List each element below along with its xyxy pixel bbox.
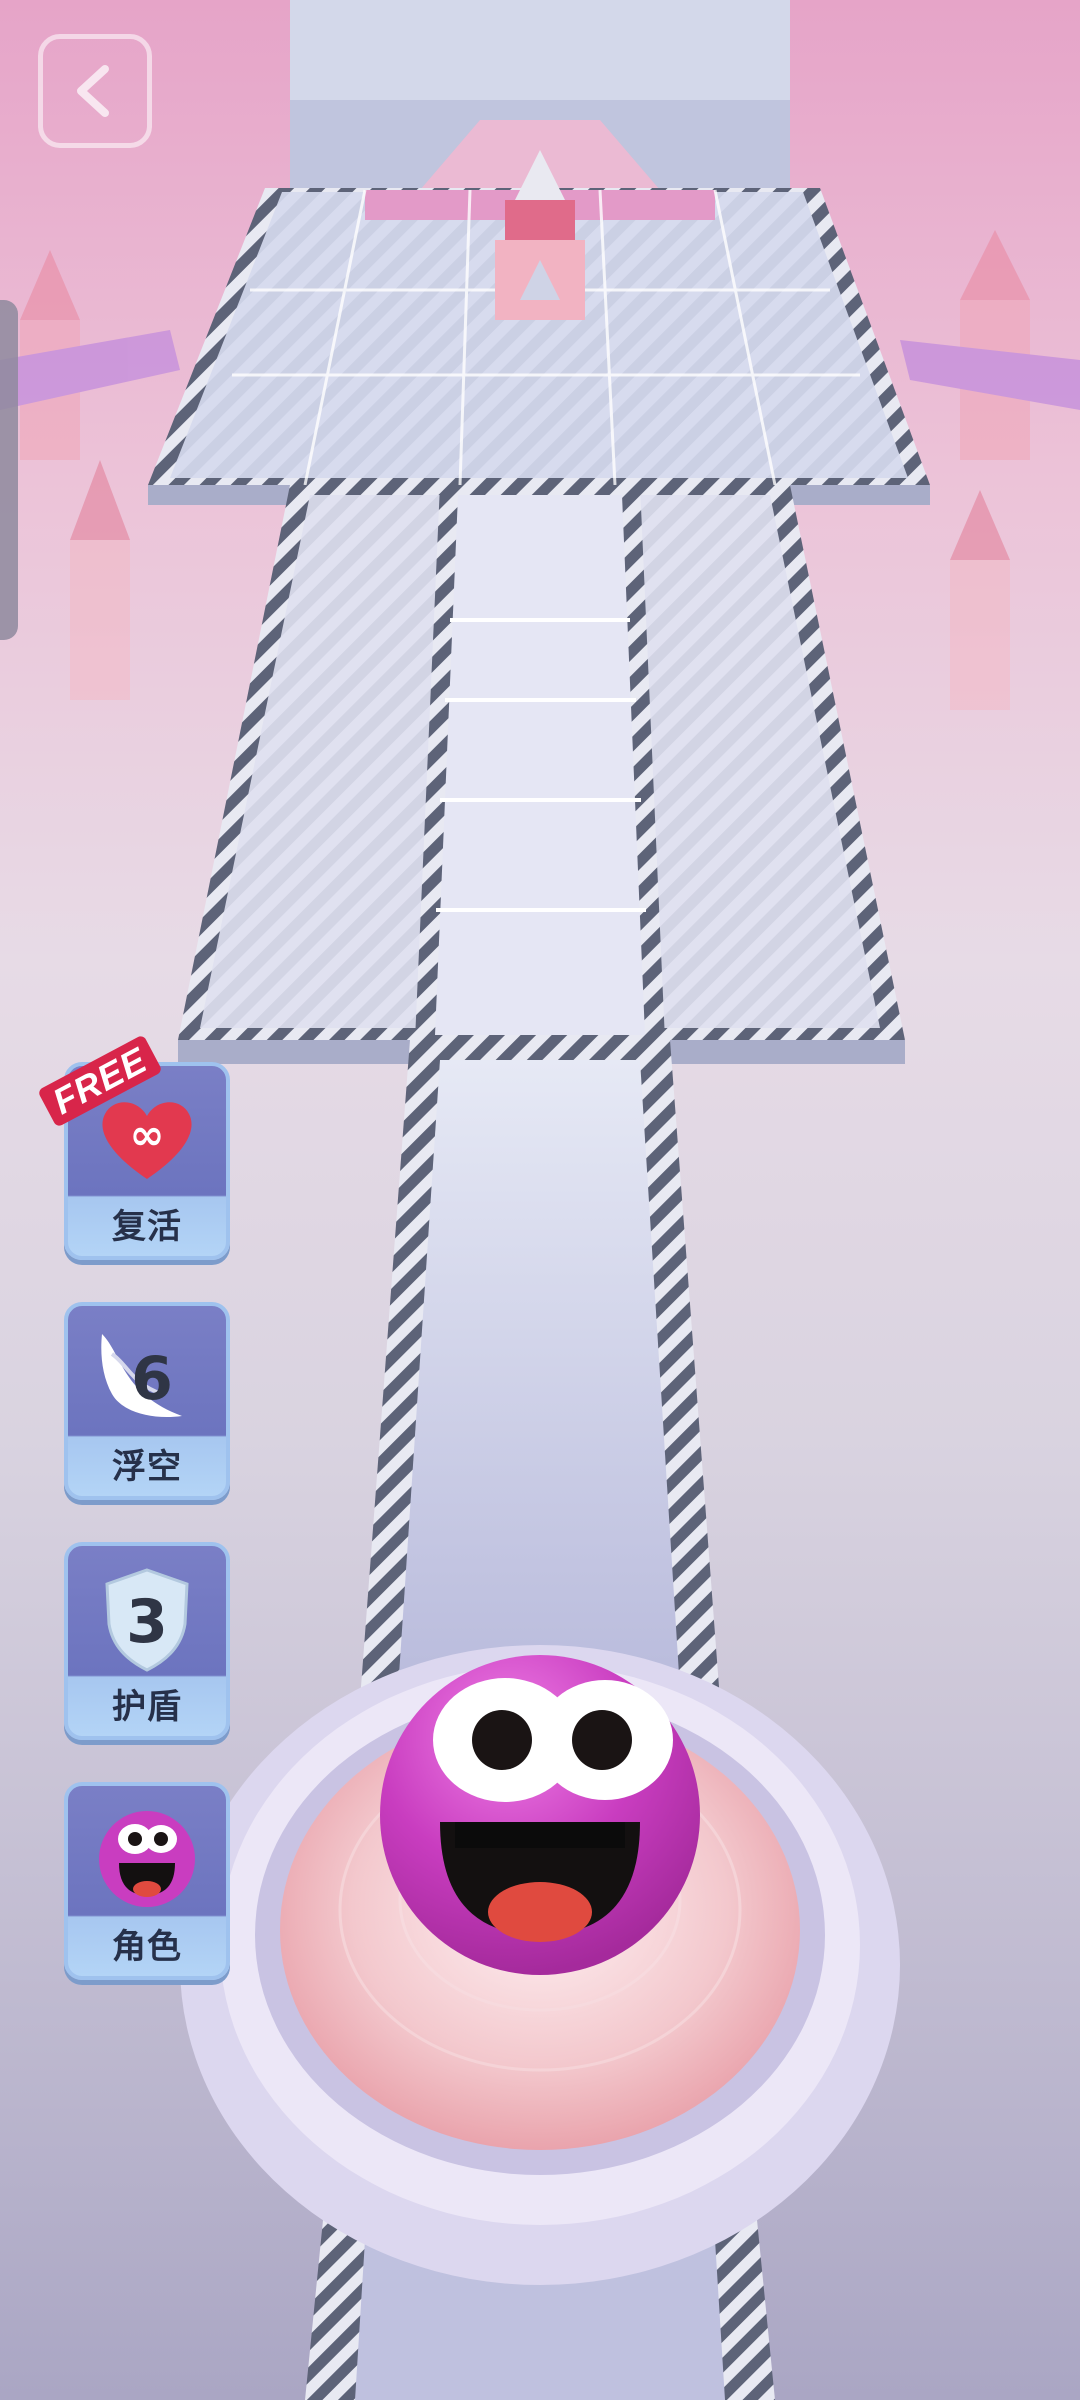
character-label: 角色 xyxy=(112,1927,182,1967)
float-button[interactable]: 6 浮空 xyxy=(64,1302,230,1500)
revive-symbol: ∞ xyxy=(130,1110,165,1159)
float-count: 6 xyxy=(131,1344,173,1414)
back-button[interactable] xyxy=(38,34,152,148)
shield-label: 护盾 xyxy=(112,1687,182,1727)
float-label: 浮空 xyxy=(112,1447,182,1487)
upper-platform xyxy=(148,150,930,505)
smiley-ball-icon xyxy=(68,1800,226,1918)
shield-button[interactable]: 3 护盾 xyxy=(64,1542,230,1740)
chevron-left-icon xyxy=(77,65,109,117)
character-button[interactable]: 角色 xyxy=(64,1782,230,1980)
wing-icon: 6 xyxy=(68,1320,226,1438)
revive-label: 复活 xyxy=(112,1207,182,1247)
shield-count: 3 xyxy=(126,1587,168,1657)
side-drawer-handle[interactable] xyxy=(0,300,18,640)
shield-icon: 3 xyxy=(68,1560,226,1678)
middle-platform xyxy=(178,485,905,1064)
player-ball xyxy=(380,1655,700,1975)
